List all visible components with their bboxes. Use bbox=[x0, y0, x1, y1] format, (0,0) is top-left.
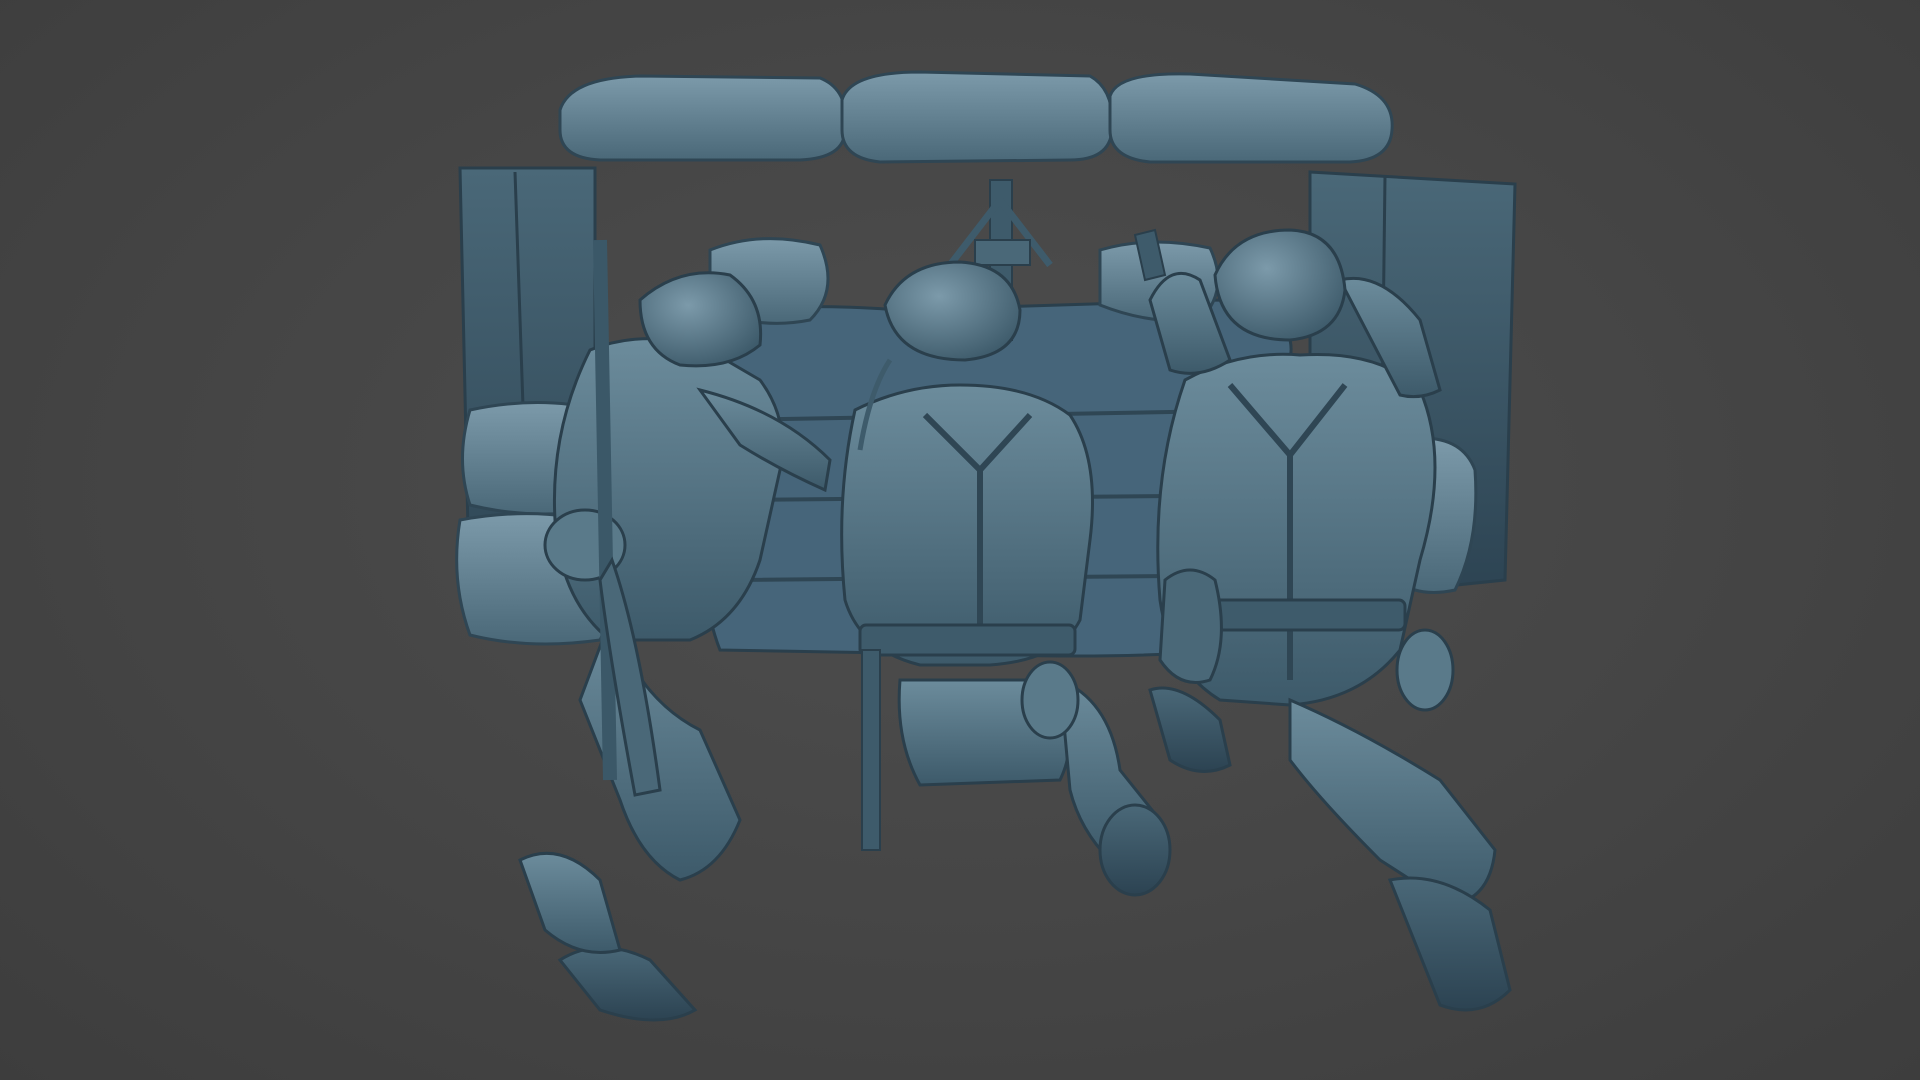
holster-icon bbox=[1158, 568, 1223, 684]
boot-sole-icon bbox=[1098, 803, 1172, 897]
canteen-icon bbox=[1020, 660, 1080, 740]
sculpt-render bbox=[455, 70, 1517, 1022]
3d-viewport[interactable] bbox=[0, 0, 1920, 1080]
canteen-icon bbox=[1395, 628, 1455, 712]
rifle-icon bbox=[593, 239, 617, 781]
boot-icon bbox=[1387, 876, 1512, 1012]
bayonet-icon bbox=[861, 649, 881, 851]
boot-icon bbox=[557, 946, 698, 1022]
sandbag-roof bbox=[558, 70, 1394, 164]
helmet-icon bbox=[638, 271, 763, 368]
helmet-icon bbox=[1213, 228, 1347, 342]
